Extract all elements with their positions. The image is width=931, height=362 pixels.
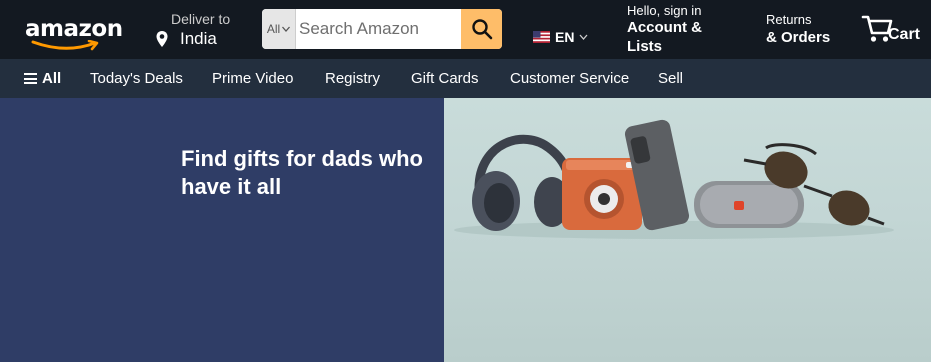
headphones-image — [472, 134, 575, 231]
sub-nav-bar: All Today's Deals Prime Video Registry G… — [0, 59, 931, 98]
cart-label: Cart — [888, 26, 921, 43]
cart-button[interactable]: Cart — [861, 14, 931, 46]
nav-registry[interactable]: Registry — [325, 70, 380, 87]
nav-todays-deals[interactable]: Today's Deals — [90, 70, 183, 87]
products-illustration — [454, 119, 894, 239]
instant-camera-image — [562, 158, 642, 230]
us-flag-icon — [533, 31, 550, 43]
all-menu-button[interactable]: All — [24, 70, 61, 87]
search-bar: All — [262, 9, 502, 49]
account-greeting: Hello, sign in — [627, 3, 702, 18]
account-lists-label: Account & Lists — [627, 19, 702, 55]
search-category-dropdown[interactable]: All — [262, 9, 296, 49]
language-label: EN — [555, 29, 575, 45]
orders-label: & Orders — [766, 29, 831, 46]
search-icon — [471, 19, 492, 40]
deliver-label: Deliver to — [171, 11, 231, 27]
nav-gift-cards[interactable]: Gift Cards — [411, 70, 479, 87]
location-pin-icon — [156, 31, 168, 47]
top-nav-bar: amazon Deliver to India All Search Amazo… — [0, 0, 931, 59]
nav-prime-video[interactable]: Prime Video — [212, 70, 293, 87]
logo-smile-icon — [31, 40, 99, 51]
hamburger-icon — [24, 73, 37, 84]
search-button[interactable] — [461, 9, 502, 49]
chevron-down-icon — [282, 26, 291, 32]
deliver-country: India — [180, 29, 217, 48]
returns-label: Returns — [766, 12, 812, 27]
chevron-down-icon — [579, 34, 588, 40]
hero-banner-image[interactable] — [444, 98, 931, 362]
hero-title: Find gifts for dads who have it all — [181, 146, 423, 199]
search-input[interactable] — [296, 9, 462, 49]
search-category-label: All — [266, 22, 281, 36]
deliver-to-location[interactable]: Deliver to India — [155, 10, 247, 52]
language-selector[interactable]: EN — [533, 28, 588, 46]
all-label: All — [42, 70, 62, 87]
amazon-logo[interactable]: amazon — [25, 10, 123, 52]
nav-customer-service[interactable]: Customer Service — [510, 70, 629, 87]
nav-sell[interactable]: Sell — [658, 70, 683, 87]
returns-and-orders[interactable]: Returns & Orders — [766, 12, 846, 46]
account-and-lists[interactable]: Hello, sign in Account & Lists — [627, 3, 717, 57]
logo-text: amazon — [25, 16, 123, 42]
hero-banner-text-panel[interactable]: Find gifts for dads who have it all — [0, 98, 444, 362]
